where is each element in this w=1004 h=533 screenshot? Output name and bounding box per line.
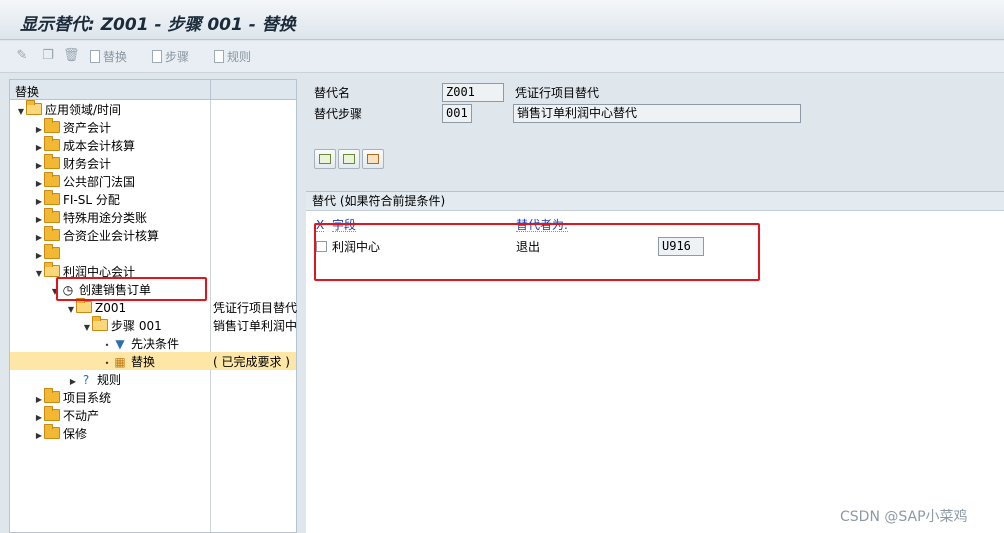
tree-node-rules[interactable]: ▶? 规则 [68, 371, 121, 389]
folder-open-icon [44, 262, 60, 277]
tree-node-joint-venture[interactable]: ▶ 合资企业会计核算 [34, 226, 159, 245]
document-icon [152, 50, 162, 63]
substitution-icon: ▦ [114, 355, 126, 369]
step-label: 替代步骤 [314, 107, 363, 121]
folder-icon [44, 424, 60, 439]
insert-row-icon [319, 154, 331, 164]
sub-name-label: 替代名 [314, 86, 351, 100]
substitution-button[interactable]: 替换 [90, 48, 127, 66]
expand-down-icon[interactable]: ▼ [34, 265, 44, 283]
folder-icon [44, 244, 60, 259]
group-title: 替代 (如果符合前提条件) [306, 192, 1004, 211]
tree-header: 替换 [10, 80, 296, 100]
expand-right-icon[interactable]: ▶ [34, 427, 44, 445]
tree-node-application-area[interactable]: ▼ 应用领域/时间 [16, 100, 121, 121]
expand-down-icon[interactable]: ▼ [82, 319, 92, 337]
folder-icon [44, 136, 60, 151]
expand-down-icon[interactable]: ▼ [16, 103, 26, 121]
substitution-tree: 替换 ▼ 应用领域/时间 ▶ 资产会计 ▶ 成本会计核算 ▶ 财务会计 ▶ 公共部门法国 … [9, 79, 297, 533]
tree-node-z001-desc: 凭证行项目替代 [213, 301, 297, 315]
annotation-box-create-sales-order [56, 277, 207, 301]
folder-icon [44, 118, 60, 133]
expand-down-icon[interactable]: ▼ [66, 301, 76, 319]
copy-icon[interactable]: ❐ [40, 48, 56, 64]
delete-row-button[interactable] [338, 149, 360, 169]
folder-icon [44, 154, 60, 169]
sub-name-desc: 凭证行项目替代 [515, 86, 600, 100]
substitution-group: 替代 (如果符合前提条件) X 字段 替代者为. 利润中心 退出 U916 [306, 191, 1004, 533]
delete-row-icon [343, 154, 355, 164]
tree-node-warranty[interactable]: ▶ 保修 [34, 424, 87, 445]
annotation-box-substitution-row [314, 223, 760, 281]
tree-node-fi-sl[interactable]: ▶ FI-SL 分配 [34, 190, 120, 209]
tree-node-unnamed[interactable]: ▶ [34, 244, 63, 263]
detail-button[interactable] [362, 149, 384, 169]
step-desc-field[interactable]: 销售订单利润中心替代 [513, 104, 801, 123]
tree-node-step-001[interactable]: ▼ 步骤 001 [82, 316, 162, 337]
document-icon [214, 50, 224, 63]
detail-icon [367, 154, 379, 164]
tree-node-project-system[interactable]: ▶ 项目系统 [34, 388, 111, 407]
folder-open-icon [26, 100, 42, 115]
step-field[interactable]: 001 [442, 104, 472, 123]
document-icon [90, 50, 100, 63]
tree-node-real-estate[interactable]: ▶ 不动产 [34, 406, 99, 425]
tree-node-substitution-status: ( 已完成要求 ) [213, 355, 290, 369]
rule-button[interactable]: 规则 [214, 48, 251, 66]
insert-row-button[interactable] [314, 149, 336, 169]
tree-node-special-ledger[interactable]: ▶ 特殊用途分类账 [34, 208, 147, 227]
folder-open-icon [76, 298, 92, 313]
folder-open-icon [92, 316, 108, 331]
tree-node-public-sector[interactable]: ▶ 公共部门法国 [34, 172, 135, 191]
tree-node-prerequisite[interactable]: • ▼ 先决条件 [102, 335, 179, 353]
step-button[interactable]: 步骤 [152, 48, 189, 66]
sub-name-field[interactable]: Z001 [442, 83, 504, 102]
detail-panel: 替代名 Z001 凭证行项目替代 替代步骤 001 销售订单利润中心替代 替代 … [306, 79, 1004, 533]
application-toolbar: ✎ ❐ 🗑 替换 步骤 规则 [0, 41, 1004, 73]
window-title: 显示替代: Z001 - 步骤 001 - 替换 [20, 15, 296, 35]
folder-icon [44, 208, 60, 223]
folder-icon [44, 172, 60, 187]
tree-node-cost-accounting[interactable]: ▶ 成本会计核算 [34, 136, 135, 155]
folder-icon [44, 190, 60, 205]
edit-icon[interactable]: ✎ [14, 48, 30, 64]
folder-icon [44, 406, 60, 421]
tree-node-step-001-desc: 销售订单利润中 [213, 319, 297, 333]
tree-node-asset-accounting[interactable]: ▶ 资产会计 [34, 118, 111, 137]
tree-node-financial-accounting[interactable]: ▶ 财务会计 [34, 154, 111, 173]
tree-node-z001[interactable]: ▼ Z001 [66, 298, 126, 319]
filter-icon: ▼ [115, 337, 125, 351]
rule-icon: ? [82, 373, 90, 387]
watermark: CSDN @SAP小菜鸡 [840, 509, 968, 525]
delete-icon[interactable]: 🗑 [63, 48, 80, 64]
title-bar: 显示替代: Z001 - 步骤 001 - 替换 [0, 0, 1004, 40]
tree-node-substitution[interactable]: • ▦ 替换 [102, 353, 155, 371]
folder-icon [44, 388, 60, 403]
folder-icon [44, 226, 60, 241]
